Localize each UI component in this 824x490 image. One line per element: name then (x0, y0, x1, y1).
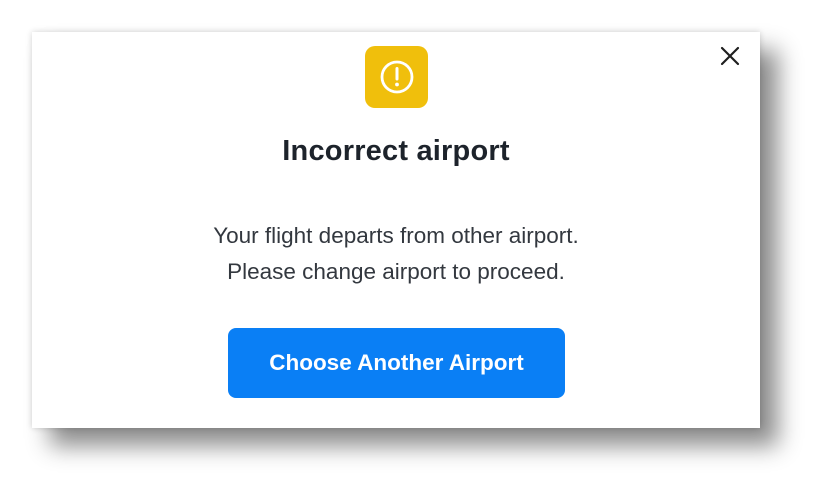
close-button[interactable] (718, 44, 742, 68)
exclamation-circle-icon (380, 60, 413, 94)
dialog-title: Incorrect airport (282, 135, 510, 167)
message-line: Your flight departs from other airport. (213, 223, 579, 248)
close-icon[interactable] (720, 46, 740, 66)
message-line: Please change airport to proceed. (227, 259, 565, 284)
screen: Incorrect airport Your flight departs fr… (0, 0, 824, 490)
incorrect-airport-dialog: Incorrect airport Your flight departs fr… (32, 32, 760, 428)
dialog-message: Your flight departs from other airport. … (32, 218, 760, 290)
choose-another-airport-button[interactable]: Choose Another Airport (228, 328, 565, 398)
warning-badge (365, 46, 428, 108)
